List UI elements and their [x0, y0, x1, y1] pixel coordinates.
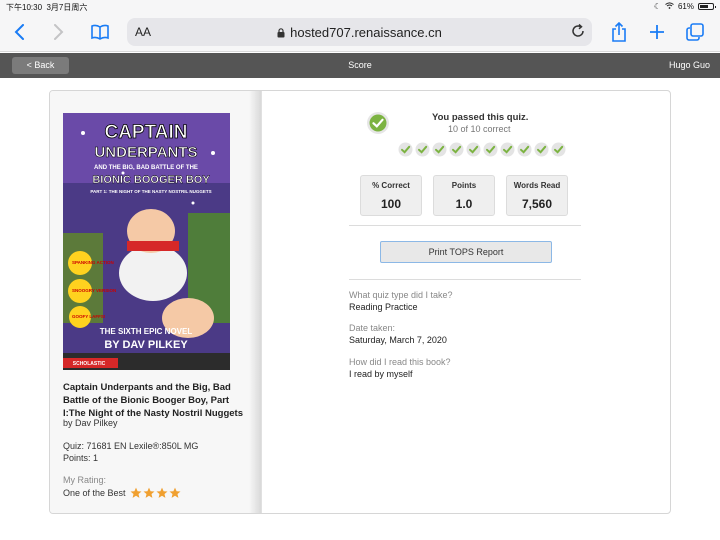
detail-question: What quiz type did I take? — [349, 290, 453, 300]
check-icon — [483, 142, 498, 157]
check-icon — [398, 142, 413, 157]
star-icon — [169, 487, 181, 499]
score-card: CAPTAIN UNDERPANTS AND THE BIG, BAD BATT… — [49, 90, 671, 514]
forward-icon[interactable] — [46, 20, 70, 44]
print-tops-report-button[interactable]: Print TOPS Report — [380, 241, 552, 263]
bookmarks-icon[interactable] — [88, 20, 112, 44]
divider — [349, 279, 581, 280]
moon-icon: ☾ — [653, 2, 661, 11]
correct-answers-row — [398, 142, 566, 157]
cover-title-1: CAPTAIN — [104, 122, 187, 143]
detail-answer: Saturday, March 7, 2020 — [349, 335, 447, 345]
stat-value: 1.0 — [455, 197, 473, 211]
status-time-date: 下午10:30 3月7日周六 — [6, 2, 87, 13]
cover-badge-1: SPANKING ACTION — [72, 260, 114, 265]
battery-percent: 61% — [677, 2, 694, 11]
cover-badge-3: GOOFY LAFFS! — [72, 314, 106, 319]
result-subtitle: 10 of 10 correct — [448, 124, 511, 134]
book-cover: CAPTAIN UNDERPANTS AND THE BIG, BAD BATT… — [63, 113, 230, 370]
detail-date-taken: Date taken: Saturday, March 7, 2020 — [349, 323, 447, 345]
page-title: Score — [348, 60, 372, 70]
lock-icon — [277, 26, 285, 38]
status-time: 下午10:30 — [6, 3, 43, 12]
check-icon — [432, 142, 447, 157]
detail-answer: I read by myself — [349, 369, 413, 379]
cover-part: PART 1: THE NIGHT OF THE NASTY NOSTRIL N… — [90, 189, 211, 194]
battery-icon — [698, 3, 716, 10]
app-header: < Back Score Hugo Guo — [0, 53, 720, 78]
stat-value: 7,560 — [521, 197, 553, 211]
wifi-icon — [665, 2, 674, 11]
book-title: Captain Underpants and the Big, Bad Batt… — [63, 382, 243, 419]
cover-author: BY DAV PILKEY — [104, 339, 188, 351]
stat-label: Points — [451, 181, 477, 190]
rating-label: My Rating: — [63, 475, 107, 485]
check-icon — [500, 142, 515, 157]
rating-text: One of the Best — [63, 488, 126, 498]
detail-read-method: How did I read this book? I read by myse… — [349, 357, 451, 379]
back-icon[interactable] — [8, 20, 32, 44]
stat-value: 100 — [380, 197, 402, 211]
cover-subtitle: AND THE BIG, BAD BATTLE OF THE — [94, 165, 198, 171]
book-panel: CAPTAIN UNDERPANTS AND THE BIG, BAD BATT… — [50, 91, 262, 513]
share-icon[interactable] — [607, 20, 631, 44]
detail-question: Date taken: — [349, 323, 396, 333]
pass-check-icon — [366, 111, 390, 135]
url-field[interactable]: hosted707.renaissance.cn — [127, 25, 592, 40]
new-tab-icon[interactable] — [645, 20, 669, 44]
detail-answer: Reading Practice — [349, 302, 418, 312]
cover-novel-line: THE SIXTH EPIC NOVEL — [100, 327, 193, 336]
points-info: Points: 1 — [63, 453, 99, 463]
cover-title-2: UNDERPANTS — [94, 144, 197, 161]
reload-icon[interactable] — [570, 23, 586, 39]
book-meta: Quiz: 71681 EN Lexile®:850L MG Points: 1 — [63, 440, 198, 464]
check-icon — [517, 142, 532, 157]
url-text: hosted707.renaissance.cn — [290, 25, 442, 40]
star-icon — [143, 487, 155, 499]
browser-toolbar: AA hosted707.renaissance.cn — [0, 14, 720, 52]
star-icon — [156, 487, 168, 499]
divider — [349, 225, 581, 226]
book-author: by Dav Pilkey — [63, 418, 118, 428]
quiz-info: Quiz: 71681 EN Lexile®:850L MG — [63, 441, 199, 451]
detail-quiz-type: What quiz type did I take? Reading Pract… — [349, 290, 453, 312]
stat-label: % Correct — [372, 181, 410, 190]
tabs-icon[interactable] — [683, 20, 707, 44]
check-icon — [415, 142, 430, 157]
check-icon — [534, 142, 549, 157]
cover-publisher: SCHOLASTIC — [73, 361, 106, 367]
rating-stars — [130, 487, 181, 499]
cover-title-3: BIONIC BOOGER BOY — [92, 174, 210, 186]
check-icon — [466, 142, 481, 157]
status-right: ☾ 61% — [653, 2, 716, 11]
stat-points: Points 1.0 — [433, 175, 495, 216]
result-panel: You passed this quiz. 10 of 10 correct %… — [262, 91, 670, 513]
check-icon — [551, 142, 566, 157]
status-date: 3月7日周六 — [46, 3, 88, 12]
status-bar: 下午10:30 3月7日周六 ☾ 61% — [0, 0, 720, 14]
stat-words-read: Words Read 7,560 — [506, 175, 568, 216]
result-title: You passed this quiz. — [432, 112, 529, 123]
detail-question: How did I read this book? — [349, 357, 451, 367]
stat-percent-correct: % Correct 100 — [360, 175, 422, 216]
check-icon — [449, 142, 464, 157]
address-bar[interactable]: AA hosted707.renaissance.cn — [127, 18, 592, 46]
cover-badge-2: SNOOGRY VERSION — [72, 288, 116, 293]
rating: One of the Best — [63, 487, 181, 499]
user-name[interactable]: Hugo Guo — [669, 60, 710, 70]
stat-label: Words Read — [513, 181, 561, 190]
star-icon — [130, 487, 142, 499]
